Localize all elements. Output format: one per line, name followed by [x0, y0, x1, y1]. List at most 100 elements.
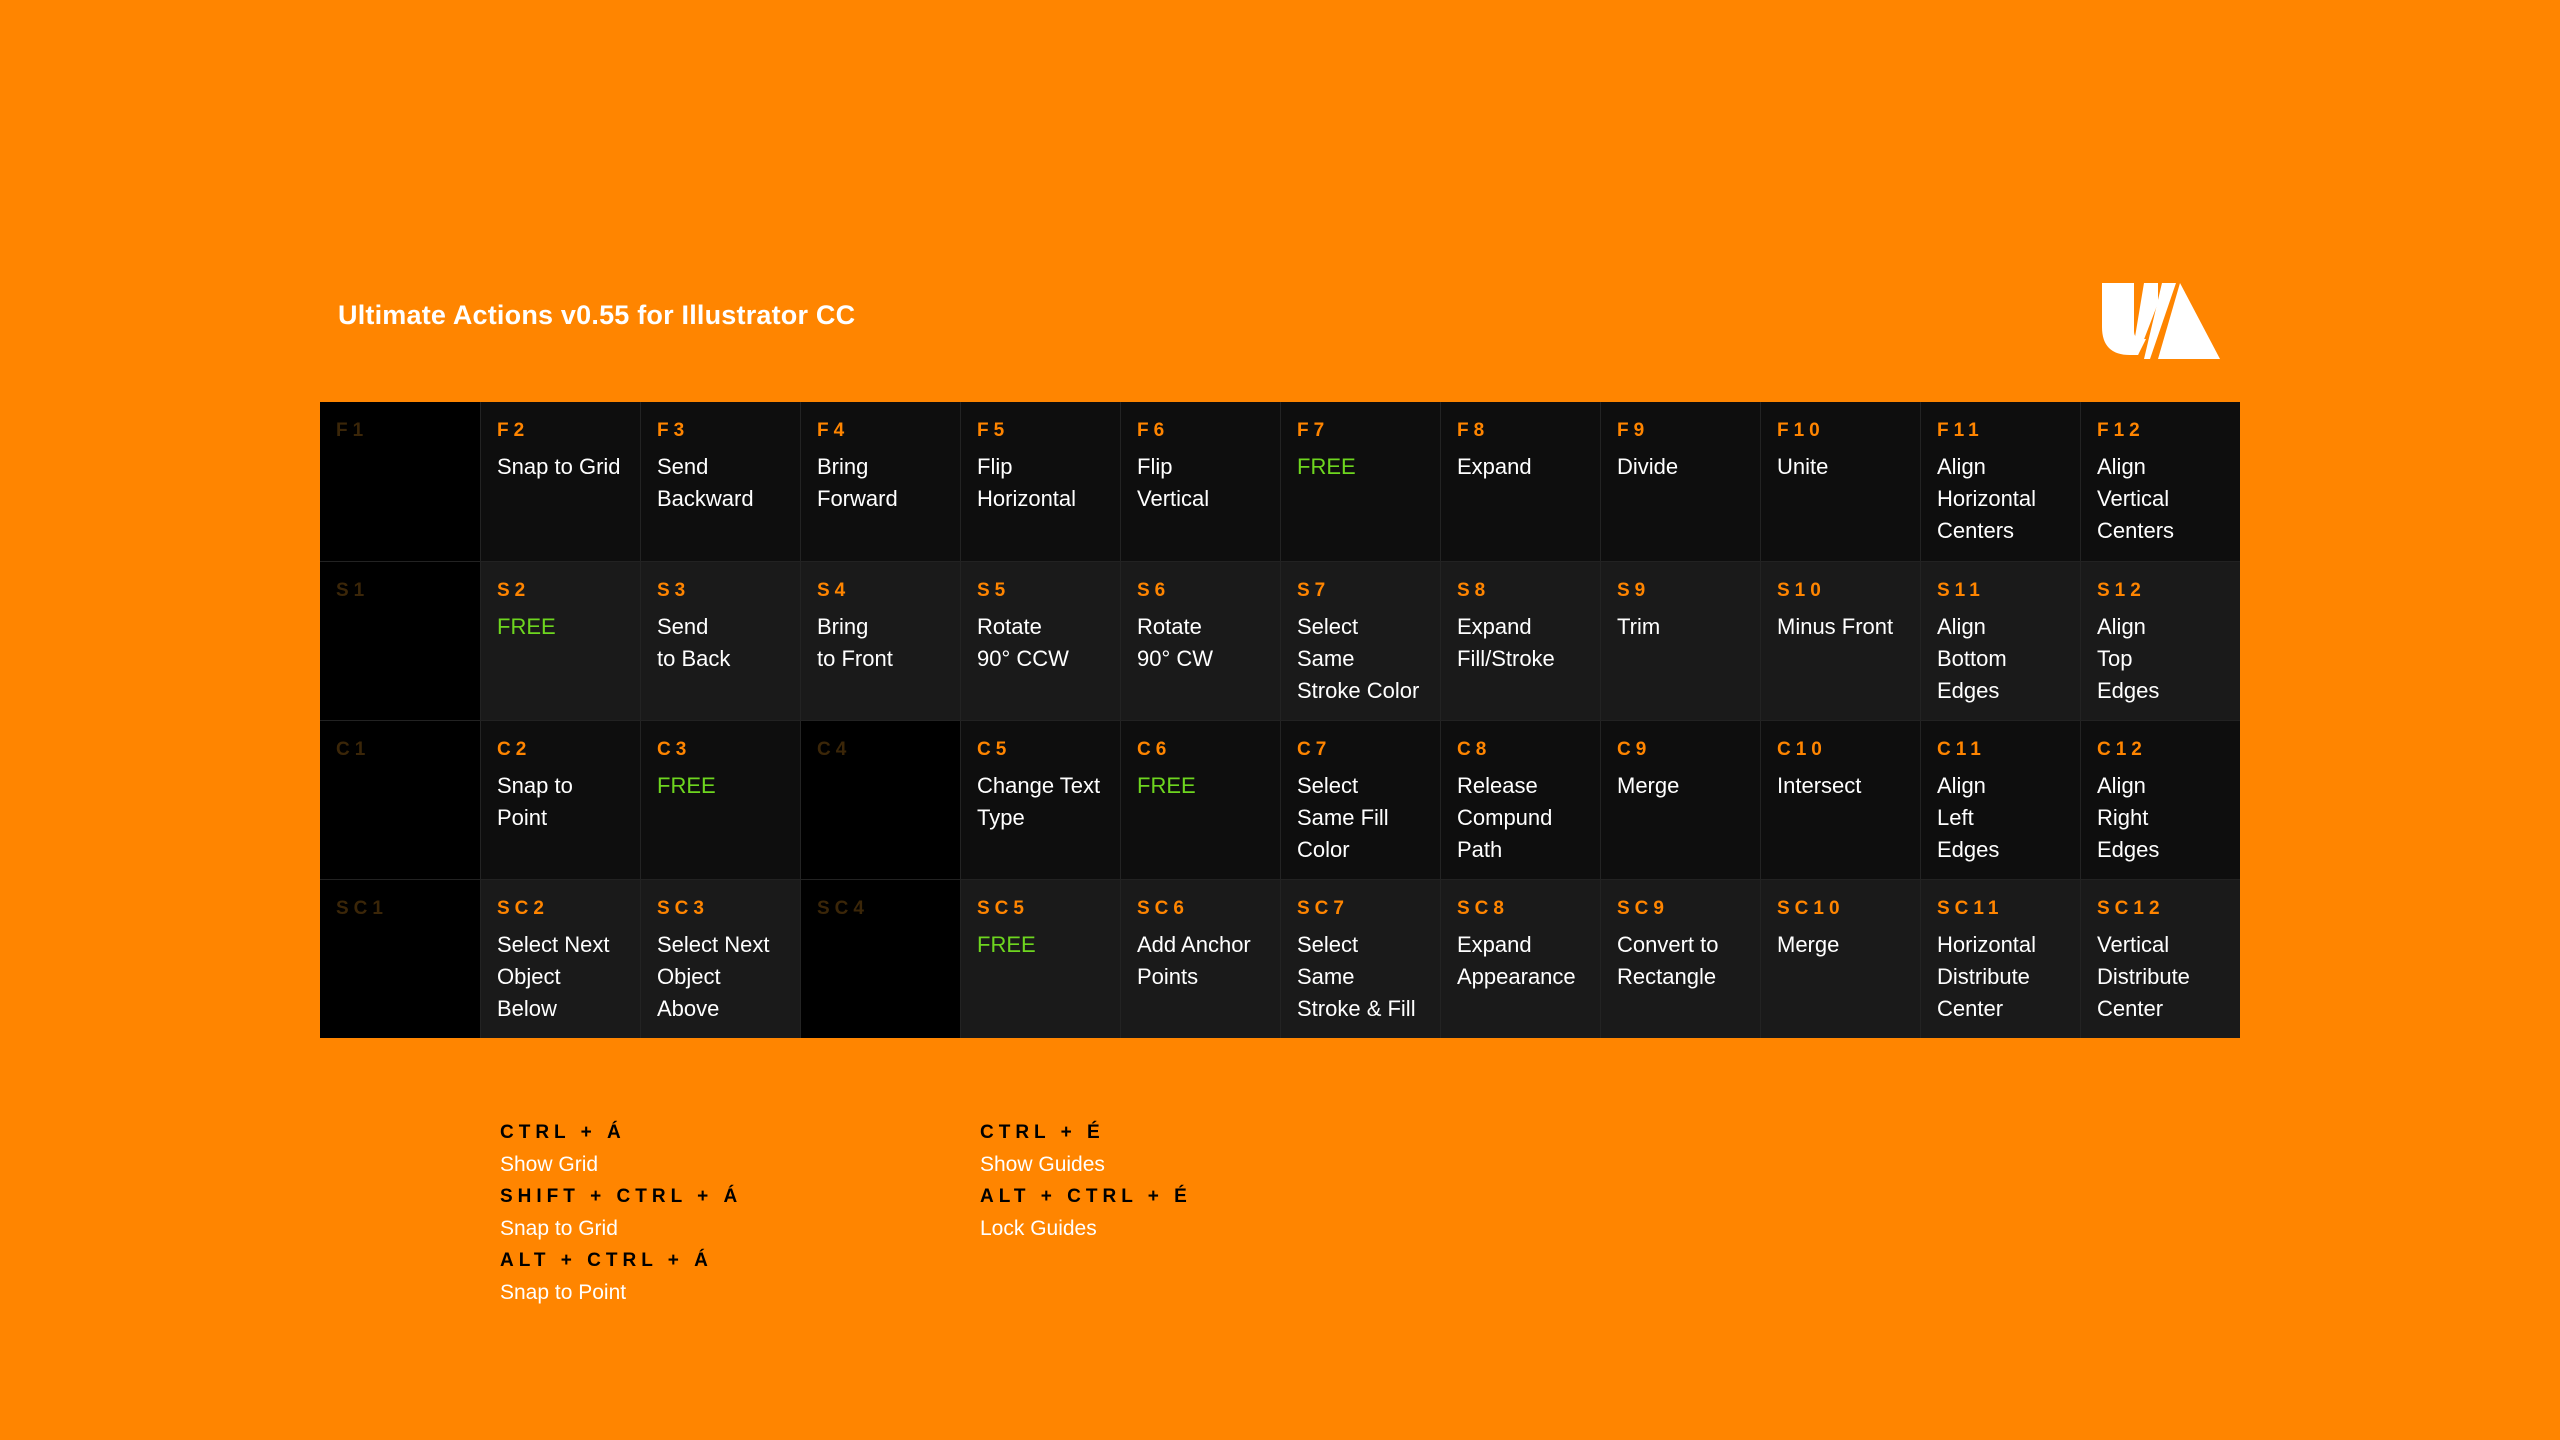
- shortcut-cell-c2: C2 Snap to Point: [480, 720, 640, 879]
- shortcut-action: Rotate 90° CW: [1137, 614, 1214, 671]
- shortcut-action: Expand: [1457, 454, 1532, 479]
- legend-action: Snap to Grid: [500, 1217, 618, 1240]
- shortcut-cell-c12: C12 Align Right Edges: [2080, 720, 2240, 879]
- shortcut-key: C10: [1777, 739, 1827, 760]
- shortcut-action: Align Bottom Edges: [1937, 614, 2007, 703]
- shortcut-action: Snap to Grid: [497, 454, 621, 479]
- shortcut-cell-s7: S7 Select Same Stroke Color: [1280, 561, 1440, 720]
- shortcut-action: Merge: [1617, 773, 1680, 798]
- legend-action: Lock Guides: [980, 1217, 1097, 1240]
- shortcut-action: Expand Fill/Stroke: [1457, 614, 1555, 671]
- shortcut-key: S4: [817, 580, 851, 601]
- shortcut-cell-c4: C4: [800, 720, 960, 879]
- shortcut-cell-s12: S12 Align Top Edges: [2080, 561, 2240, 720]
- shortcut-cell-c5: C5 Change Text Type: [960, 720, 1120, 879]
- shortcut-key: F12: [2097, 420, 2145, 441]
- ua-logo-icon: [2102, 283, 2220, 364]
- shortcut-action: FREE: [1137, 773, 1196, 798]
- shortcut-action: Select Same Fill Color: [1297, 773, 1389, 862]
- shortcut-key: SC3: [657, 898, 709, 919]
- shortcut-action: FREE: [1297, 454, 1356, 479]
- shortcut-cell-f10: F10 Unite: [1760, 402, 1920, 561]
- shortcut-key: S6: [1137, 580, 1171, 601]
- shortcut-key: SC8: [1457, 898, 1509, 919]
- shortcut-key: F10: [1777, 420, 1825, 441]
- shortcut-action: Align Horizontal Centers: [1937, 454, 2037, 543]
- shortcut-cell-sc2: SC2 Select Next Object Below: [480, 879, 640, 1038]
- shortcut-action: Divide: [1617, 454, 1679, 479]
- shortcut-key: C1: [336, 739, 371, 760]
- shortcut-key: S7: [1297, 580, 1331, 601]
- legend-keys: ALT + CTRL + Á: [500, 1250, 713, 1271]
- shortcut-key: SC4: [817, 898, 869, 919]
- shortcut-key: S10: [1777, 580, 1826, 601]
- shortcut-cell-sc4: SC4: [800, 879, 960, 1038]
- shortcut-action: FREE: [657, 773, 716, 798]
- shortcut-cell-sc3: SC3 Select Next Object Above: [640, 879, 800, 1038]
- shortcut-cell-s3: S3 Send to Back: [640, 561, 800, 720]
- shortcut-cell-f5: F5 Flip Horizontal: [960, 402, 1120, 561]
- shortcut-action: Vertical Distribute Center: [2097, 932, 2190, 1021]
- shortcut-key: F6: [1137, 420, 1170, 441]
- shortcut-key: S8: [1457, 580, 1491, 601]
- shortcut-cell-c7: C7 Select Same Fill Color: [1280, 720, 1440, 879]
- shortcut-action: Change Text Type: [977, 773, 1101, 830]
- shortcut-action: Send Backward: [657, 454, 754, 511]
- shortcut-action: Trim: [1617, 614, 1661, 639]
- shortcut-action: Select Same Stroke Color: [1297, 614, 1420, 703]
- shortcut-action: Merge: [1777, 932, 1840, 957]
- shortcut-action: Minus Front: [1777, 614, 1894, 639]
- shortcut-cell-s6: S6 Rotate 90° CW: [1120, 561, 1280, 720]
- shortcut-key: C8: [1457, 739, 1492, 760]
- shortcut-cell-s5: S5 Rotate 90° CCW: [960, 561, 1120, 720]
- shortcut-key: S5: [977, 580, 1011, 601]
- shortcut-key: F5: [977, 420, 1010, 441]
- shortcut-action: Intersect: [1777, 773, 1862, 798]
- shortcut-cell-f6: F6 Flip Vertical: [1120, 402, 1280, 561]
- shortcut-cell-c1: C1: [320, 720, 480, 879]
- legend-keys: CTRL + É: [980, 1122, 1105, 1143]
- shortcut-action: Select Next Object Above: [657, 932, 770, 1021]
- shortcut-key: SC5: [977, 898, 1029, 919]
- legend-column-2: CTRL + É Show Guides ALT + CTRL + É Lock Gu…: [980, 1122, 1192, 1250]
- shortcut-action: FREE: [497, 614, 556, 639]
- page-title: Ultimate Actions v0.55 for Illustrator C…: [338, 300, 856, 330]
- shortcut-cell-f7: F7 FREE: [1280, 402, 1440, 561]
- shortcut-key: F8: [1457, 420, 1490, 441]
- shortcut-key: C5: [977, 739, 1012, 760]
- shortcut-key: C12: [2097, 739, 2147, 760]
- shortcut-cell-f11: F11 Align Horizontal Centers: [1920, 402, 2080, 561]
- shortcut-cell-s11: S11 Align Bottom Edges: [1920, 561, 2080, 720]
- shortcut-key: F7: [1297, 420, 1330, 441]
- shortcut-cell-s9: S9 Trim: [1600, 561, 1760, 720]
- shortcut-key: C6: [1137, 739, 1172, 760]
- shortcut-key: SC10: [1777, 898, 1845, 919]
- shortcut-action: Rotate 90° CCW: [977, 614, 1069, 671]
- shortcut-action: Unite: [1777, 454, 1829, 479]
- shortcut-cell-s8: S8 Expand Fill/Stroke: [1440, 561, 1600, 720]
- legend-action: Show Guides: [980, 1153, 1105, 1176]
- shortcut-cell-f1: F1: [320, 402, 480, 561]
- shortcut-cell-s10: S10 Minus Front: [1760, 561, 1920, 720]
- shortcut-action: Align Top Edges: [2097, 614, 2160, 703]
- shortcut-key: F3: [657, 420, 690, 441]
- shortcut-action: Align Left Edges: [1937, 773, 2000, 862]
- legend-keys: CTRL + Á: [500, 1122, 626, 1143]
- legend-action: Snap to Point: [500, 1281, 627, 1304]
- shortcut-cell-sc6: SC6 Add Anchor Points: [1120, 879, 1280, 1038]
- shortcut-key: C4: [817, 739, 852, 760]
- shortcut-cell-f3: F3 Send Backward: [640, 402, 800, 561]
- shortcut-key: S9: [1617, 580, 1651, 601]
- shortcut-key: S11: [1937, 580, 1985, 601]
- shortcut-cell-f2: F2 Snap to Grid: [480, 402, 640, 561]
- shortcut-action: Select Same Stroke & Fill: [1297, 932, 1416, 1021]
- shortcut-cell-sc12: SC12 Vertical Distribute Center: [2080, 879, 2240, 1038]
- shortcut-key: S12: [2097, 580, 2146, 601]
- shortcut-cell-sc8: SC8 Expand Appearance: [1440, 879, 1600, 1038]
- shortcut-action: Bring Forward: [817, 454, 898, 511]
- shortcut-key: F2: [497, 420, 530, 441]
- legend-keys: ALT + CTRL + É: [980, 1186, 1192, 1207]
- shortcut-action: Horizontal Distribute Center: [1937, 932, 2037, 1021]
- shortcut-key: SC2: [497, 898, 549, 919]
- shortcut-key: C11: [1937, 739, 1986, 760]
